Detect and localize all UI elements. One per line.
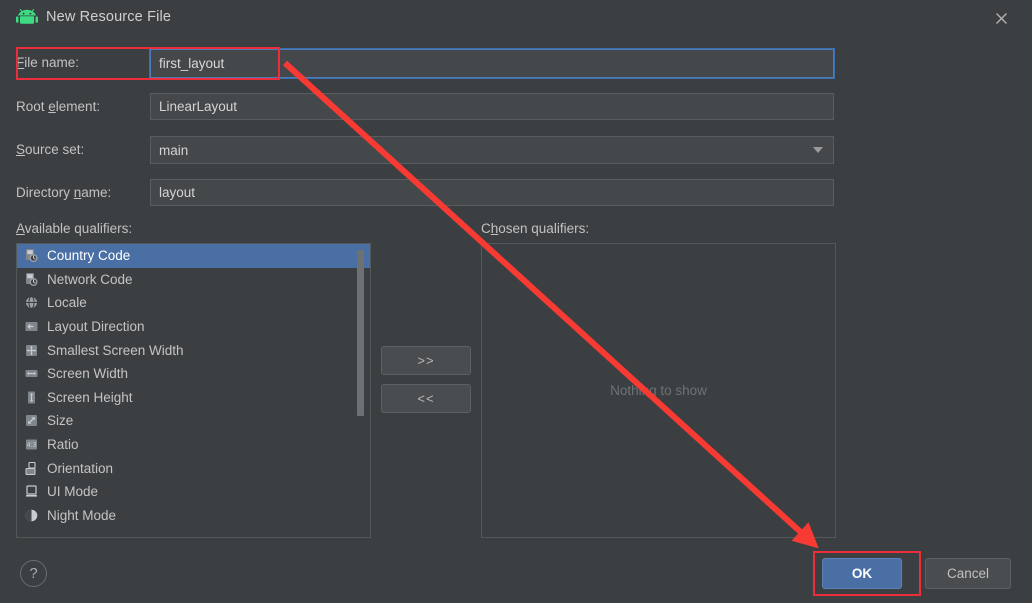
night-mode-icon: [23, 507, 39, 523]
chosen-qualifiers-label: Chosen qualifiers:: [481, 221, 590, 236]
qualifier-label: Orientation: [47, 460, 114, 476]
qualifier-list-item[interactable]: Layout Direction: [17, 315, 370, 339]
chosen-qualifiers-empty-text: Nothing to show: [610, 383, 707, 398]
qualifier-list-item[interactable]: Smallest Screen Width: [17, 338, 370, 362]
root-element-value: LinearLayout: [159, 99, 238, 114]
new-resource-file-dialog: New Resource File File name: first_layou…: [0, 0, 1032, 603]
root-element-input[interactable]: LinearLayout: [150, 93, 834, 120]
ui-mode-icon: [23, 484, 39, 500]
android-robot-icon: [16, 9, 38, 26]
chosen-qualifiers-list[interactable]: Nothing to show: [481, 243, 836, 538]
dialog-titlebar: New Resource File: [0, 0, 1032, 37]
layout-direction-icon: [23, 319, 39, 335]
available-qualifiers-label: Available qualifiers:: [16, 221, 133, 236]
country-code-icon: [23, 248, 39, 264]
root-element-label: Root element:: [16, 99, 101, 114]
qualifier-list-item[interactable]: 4:3 Ratio: [17, 433, 370, 457]
qualifier-list-item[interactable]: Night Mode: [17, 504, 370, 528]
file-name-label: File name:: [16, 55, 80, 70]
globe-icon: [23, 295, 39, 311]
qualifier-list-item[interactable]: UI Mode: [17, 480, 370, 504]
source-set-select[interactable]: main: [150, 136, 834, 164]
qualifier-list-item[interactable]: Orientation: [17, 456, 370, 480]
qualifier-label: Size: [47, 413, 74, 429]
directory-name-label: Directory name:: [16, 185, 112, 200]
scrollbar-thumb[interactable]: [357, 250, 364, 416]
smallest-screen-width-icon: [23, 342, 39, 358]
qualifier-label: Country Code: [47, 248, 131, 264]
directory-name-value: layout: [159, 185, 196, 200]
qualifier-list-item[interactable]: Network Code: [17, 268, 370, 292]
qualifier-list-item[interactable]: Screen Height: [17, 386, 370, 410]
remove-qualifier-button[interactable]: <<: [381, 384, 471, 413]
available-qualifiers-scrollbar[interactable]: [356, 244, 365, 537]
source-set-label: Source set:: [16, 142, 85, 157]
chevron-down-icon[interactable]: [813, 147, 823, 153]
qualifier-list-item[interactable]: Locale: [17, 291, 370, 315]
close-icon[interactable]: [986, 4, 1016, 32]
qualifier-list-item[interactable]: Screen Width: [17, 362, 370, 386]
file-name-value: first_layout: [159, 56, 225, 71]
qualifier-list-item[interactable]: Country Code: [17, 244, 370, 268]
qualifier-list-item[interactable]: Size: [17, 409, 370, 433]
qualifier-label: Screen Height: [47, 389, 133, 405]
directory-name-input[interactable]: layout: [150, 179, 834, 206]
add-qualifier-button[interactable]: >>: [381, 346, 471, 375]
size-icon: [23, 413, 39, 429]
help-button[interactable]: ?: [20, 560, 47, 587]
screen-height-icon: [23, 389, 39, 405]
source-set-value: main: [159, 142, 189, 158]
qualifier-label: Screen Width: [47, 366, 129, 382]
qualifier-label: Locale: [47, 295, 87, 311]
qualifier-label: Layout Direction: [47, 319, 145, 335]
qualifier-label: Network Code: [47, 271, 133, 287]
file-name-input[interactable]: first_layout: [149, 48, 835, 79]
qualifier-label: UI Mode: [47, 484, 99, 500]
network-code-icon: [23, 271, 39, 287]
qualifier-label: Night Mode: [47, 507, 117, 523]
orientation-icon: [23, 460, 39, 476]
svg-text:4:3: 4:3: [26, 442, 36, 449]
qualifier-label: Ratio: [47, 437, 79, 453]
ratio-icon: 4:3: [23, 437, 39, 453]
qualifier-label: Smallest Screen Width: [47, 342, 184, 358]
dialog-title: New Resource File: [46, 9, 172, 25]
screen-width-icon: [23, 366, 39, 382]
cancel-button[interactable]: Cancel: [925, 558, 1011, 589]
ok-button[interactable]: OK: [822, 558, 902, 589]
available-qualifiers-list[interactable]: Country Code Network Code Locale Layout …: [16, 243, 371, 538]
